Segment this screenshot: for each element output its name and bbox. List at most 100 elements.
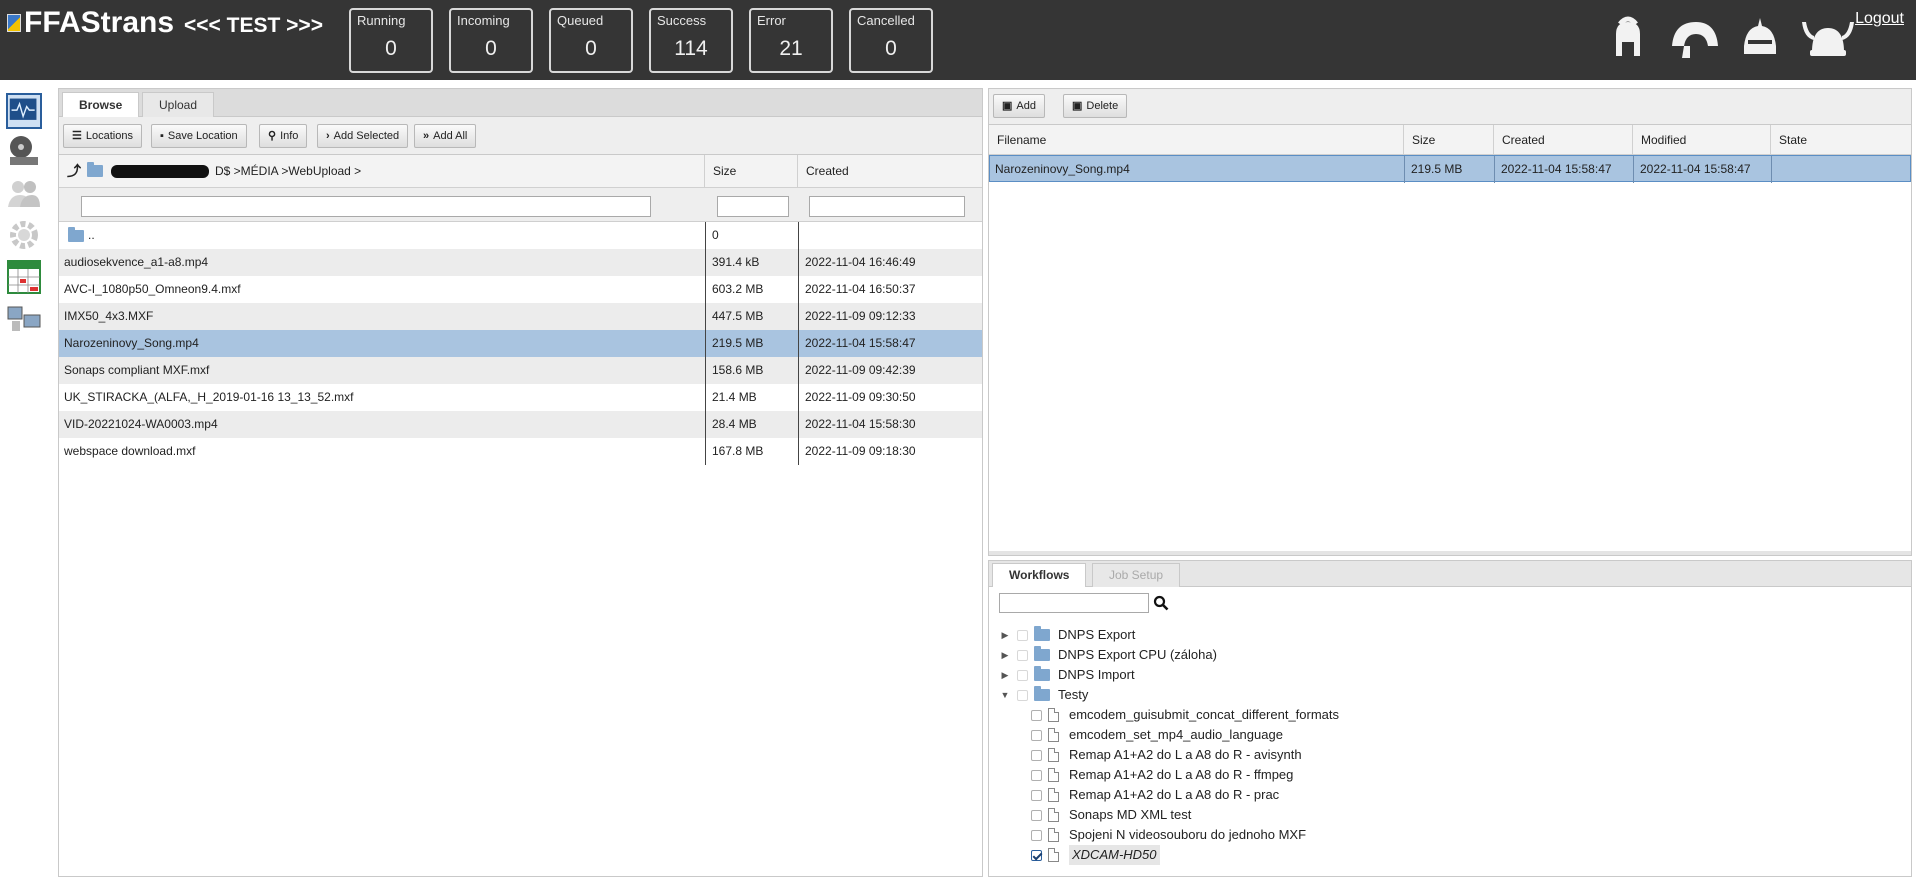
file-created: 2022-11-09 09:18:30 — [805, 444, 916, 458]
list-item-parent[interactable]: .. 0 — [59, 222, 982, 249]
folder-checkbox[interactable] — [1017, 649, 1028, 661]
monitor-icon[interactable] — [6, 93, 42, 129]
workflow-checkbox[interactable] — [1031, 729, 1042, 741]
workflow-label: Remap A1+A2 do L a A8 do R - ffmpeg — [1069, 767, 1294, 782]
gear-icon[interactable] — [6, 217, 42, 253]
workflow-checkbox[interactable] — [1031, 749, 1042, 761]
counter-running[interactable]: Running 0 — [349, 8, 433, 73]
size-filter-input[interactable] — [717, 196, 789, 217]
add-all-button[interactable]: » Add All — [414, 124, 477, 148]
filename-filter-input[interactable] — [81, 196, 651, 217]
table-row[interactable]: VID-20221024-WA0003.mp4 28.4 MB 2022-11-… — [59, 411, 982, 438]
add-selected-button[interactable]: › Add Selected — [317, 124, 409, 148]
up-arrow-icon[interactable]: ⤴ — [67, 155, 81, 187]
tree-folder-dnps-export-cpu[interactable]: ▶ DNPS Export CPU (záloha) — [999, 645, 1217, 665]
logout-link[interactable]: Logout — [1855, 10, 1904, 28]
counter-success[interactable]: Success 114 — [649, 8, 733, 73]
counter-incoming[interactable]: Incoming 0 — [449, 8, 533, 73]
table-row-selected[interactable]: Narozeninovy_Song.mp4 219.5 MB 2022-11-0… — [989, 155, 1911, 183]
tab-upload[interactable]: Upload — [142, 92, 215, 118]
workflow-item[interactable]: Remap A1+A2 do L a A8 do R - ffmpeg — [1025, 765, 1293, 785]
tree-folder-dnps-export[interactable]: ▶ DNPS Export — [999, 625, 1135, 645]
tab-browse[interactable]: Browse — [62, 92, 140, 118]
column-size[interactable]: Size — [705, 155, 798, 187]
tree-folder-dnps-import[interactable]: ▶ DNPS Import — [999, 665, 1135, 685]
viking-helmet-icon[interactable] — [1800, 16, 1856, 60]
locations-button[interactable]: ☰ Locations — [63, 124, 142, 148]
table-row[interactable]: webspace download.mxf 167.8 MB 2022-11-0… — [59, 438, 982, 465]
left-sidebar — [0, 80, 52, 877]
workflow-item[interactable]: Remap A1+A2 do L a A8 do R - avisynth — [1025, 745, 1302, 765]
counter-queued[interactable]: Queued 0 — [549, 8, 633, 73]
collapse-arrow-icon[interactable]: ▼ — [999, 685, 1011, 705]
table-row[interactable]: IMX50_4x3.MXF 447.5 MB 2022-11-09 09:12:… — [59, 303, 982, 330]
selected-toolbar: ▣ Add ▣ Delete — [989, 89, 1911, 125]
column-filename[interactable]: Filename — [989, 125, 1404, 155]
selected-files-panel: ▣ Add ▣ Delete Filename Size Created Modif… — [988, 88, 1912, 556]
file-name: audiosekvence_a1-a8.mp4 — [64, 255, 209, 269]
network-computers-icon[interactable] — [6, 301, 42, 337]
column-modified[interactable]: Modified — [1633, 125, 1771, 155]
workflow-item[interactable]: Spojeni N videosouboru do jednoho MXF — [1025, 825, 1306, 845]
tab-job-setup[interactable]: Job Setup — [1092, 563, 1181, 587]
expand-arrow-icon[interactable]: ▶ — [999, 665, 1011, 685]
workflow-label: emcodem_guisubmit_concat_different_forma… — [1069, 707, 1340, 722]
knight-helmet-icon[interactable] — [1738, 16, 1782, 60]
double-chevron-right-icon: » — [423, 130, 430, 142]
column-size[interactable]: Size — [1404, 125, 1494, 155]
workflow-item[interactable]: emcodem_guisubmit_concat_different_forma… — [1025, 705, 1339, 725]
folder-checkbox[interactable] — [1017, 629, 1028, 641]
add-button[interactable]: ▣ Add — [993, 94, 1045, 118]
counter-label: Error — [757, 13, 786, 28]
folder-checkbox[interactable] — [1017, 689, 1028, 701]
workflow-checkbox[interactable] — [1031, 789, 1042, 801]
workflow-checkbox[interactable] — [1031, 769, 1042, 781]
workflow-item-selected[interactable]: XDCAM-HD50 — [1025, 845, 1160, 865]
folder-checkbox[interactable] — [1017, 669, 1028, 681]
info-button[interactable]: ⚲ Info — [259, 124, 308, 148]
workflow-checkbox-checked[interactable] — [1031, 849, 1042, 861]
table-row-selected[interactable]: Narozeninovy_Song.mp4 219.5 MB 2022-11-0… — [59, 330, 982, 357]
search-icon[interactable] — [1153, 595, 1169, 611]
table-row[interactable]: audiosekvence_a1-a8.mp4 391.4 kB 2022-11… — [59, 249, 982, 276]
folder-label: Testy — [1058, 687, 1089, 702]
expand-arrow-icon[interactable]: ▶ — [999, 645, 1011, 665]
counter-cancelled[interactable]: Cancelled 0 — [849, 8, 933, 73]
workflow-item[interactable]: Remap A1+A2 do L a A8 do R - prac — [1025, 785, 1279, 805]
selected-created: 2022-11-04 15:58:47 — [1501, 162, 1612, 176]
save-location-button[interactable]: ▪ Save Location — [151, 124, 247, 148]
splitter-handle[interactable] — [989, 551, 1911, 555]
spartan-helmet-icon[interactable] — [1606, 16, 1650, 60]
workflow-tabs: Workflows Job Setup — [989, 561, 1911, 587]
folder-icon — [68, 226, 84, 242]
counter-error[interactable]: Error 21 — [749, 8, 833, 73]
counter-label: Running — [357, 13, 406, 28]
column-created[interactable]: Created — [798, 155, 982, 187]
table-row[interactable]: Sonaps compliant MXF.mxf 158.6 MB 2022-1… — [59, 357, 982, 384]
tree-folder-testy[interactable]: ▼ Testy — [999, 685, 1088, 705]
workflow-item[interactable]: emcodem_set_mp4_audio_language — [1025, 725, 1283, 745]
expand-arrow-icon[interactable]: ▶ — [999, 625, 1011, 645]
column-created[interactable]: Created — [1494, 125, 1633, 155]
file-name: Narozeninovy_Song.mp4 — [64, 336, 199, 350]
users-icon[interactable] — [6, 175, 42, 211]
tab-workflows[interactable]: Workflows — [992, 563, 1087, 587]
info-label: Info — [280, 130, 299, 142]
workflow-checkbox[interactable] — [1031, 709, 1042, 721]
film-reel-icon[interactable] — [6, 133, 42, 169]
workflow-checkbox[interactable] — [1031, 809, 1042, 821]
selected-state — [1773, 156, 1909, 183]
column-state[interactable]: State — [1771, 125, 1911, 155]
table-row[interactable]: UK_STIRACKA_(ALFA,_H_2019-01-16 13_13_52… — [59, 384, 982, 411]
delete-button[interactable]: ▣ Delete — [1063, 94, 1128, 118]
helmet-icons — [1606, 16, 1856, 60]
workflow-checkbox[interactable] — [1031, 829, 1042, 841]
file-name: UK_STIRACKA_(ALFA,_H_2019-01-16 13_13_52… — [64, 390, 354, 404]
workflow-item[interactable]: Sonaps MD XML test — [1025, 805, 1191, 825]
calendar-icon[interactable] — [6, 259, 42, 295]
file-size: 28.4 MB — [712, 417, 757, 431]
roman-helmet-icon[interactable] — [1668, 16, 1720, 60]
table-row[interactable]: AVC-I_1080p50_Omneon9.4.mxf 603.2 MB 202… — [59, 276, 982, 303]
workflow-search-input[interactable] — [999, 593, 1149, 613]
created-filter-input[interactable] — [809, 196, 965, 217]
